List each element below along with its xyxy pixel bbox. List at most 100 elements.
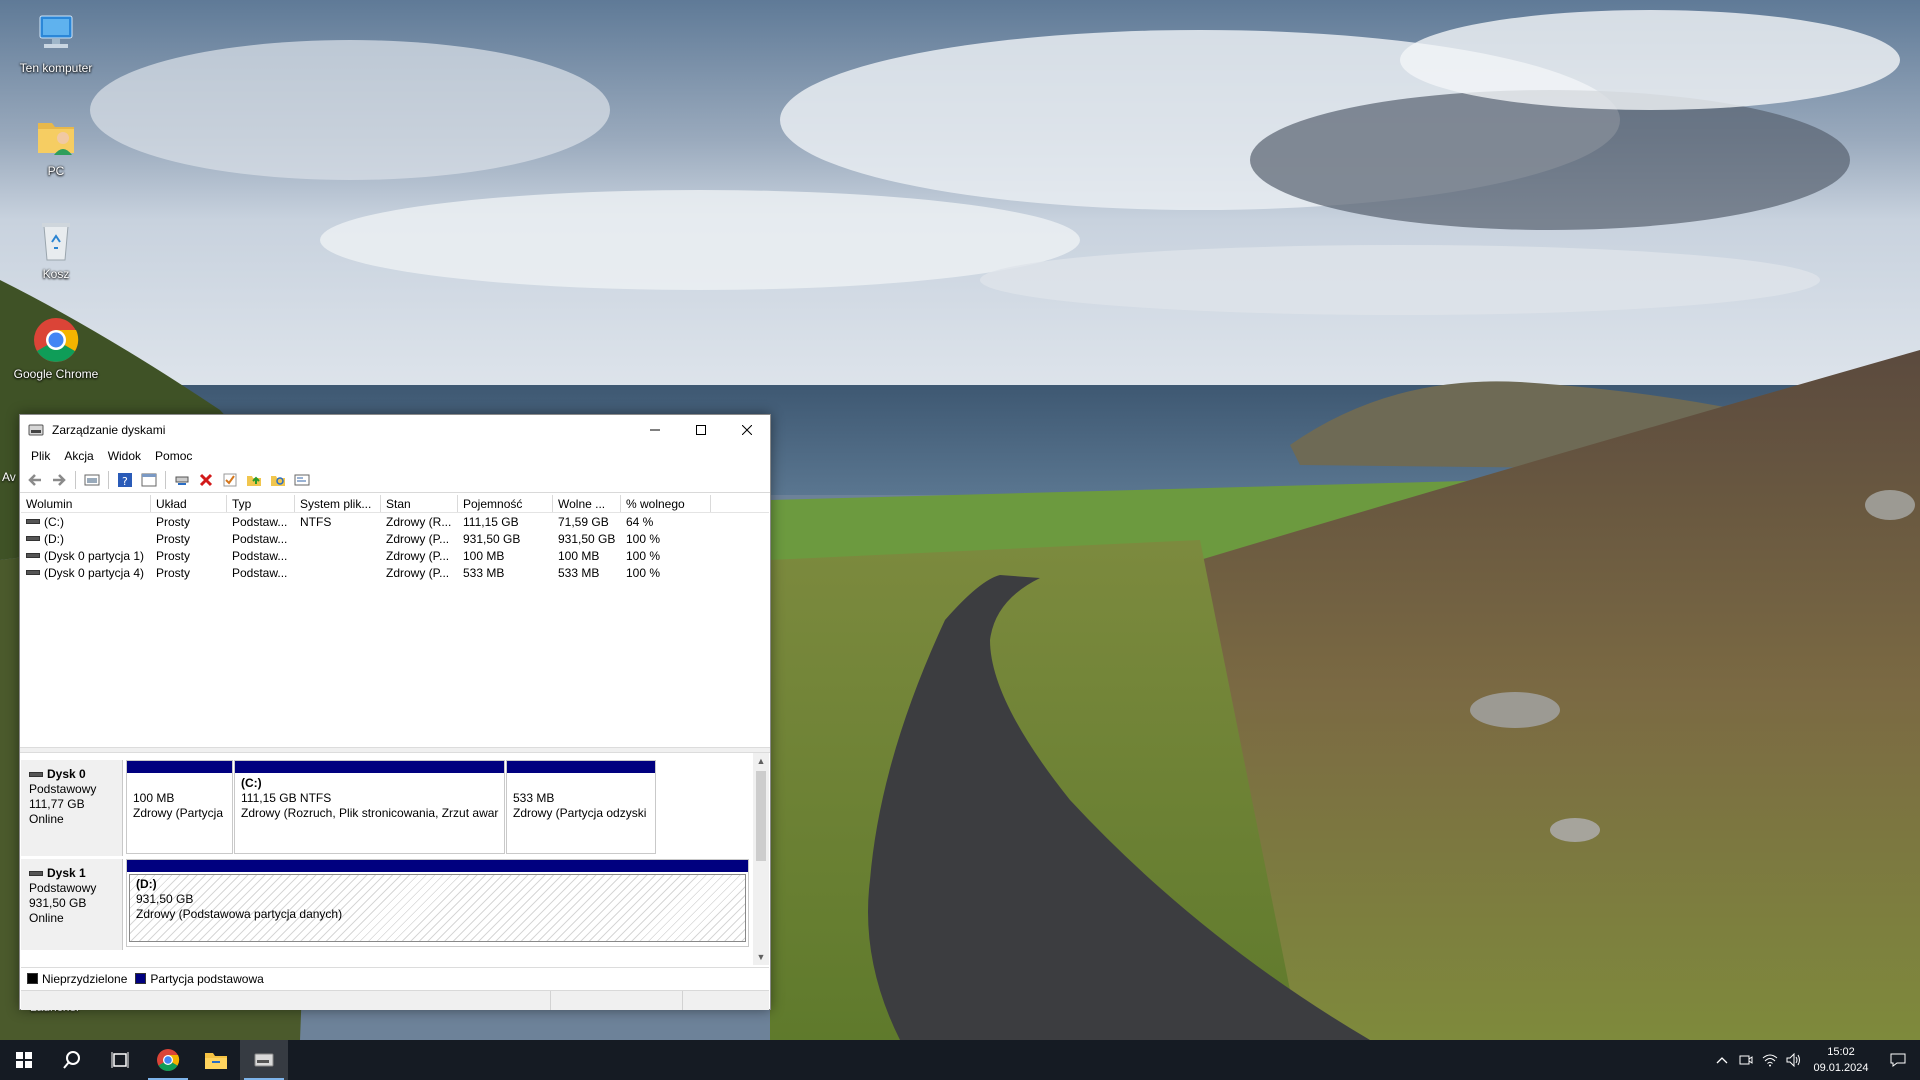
- disk-icon: [29, 772, 43, 777]
- table-row[interactable]: (D:) Prosty Podstaw... Zdrowy (P... 931,…: [21, 530, 769, 547]
- desktop-icon-pc-folder[interactable]: PC: [8, 113, 104, 178]
- desktop-icon-label: PC: [47, 164, 65, 178]
- volume-button[interactable]: [1782, 1040, 1806, 1080]
- table-row[interactable]: (C:) Prosty Podstaw... NTFS Zdrowy (R...…: [21, 513, 769, 530]
- partition-status: Zdrowy (Partycja odzyski: [513, 806, 647, 820]
- column-header[interactable]: Stan: [381, 495, 458, 512]
- start-button[interactable]: [0, 1040, 48, 1080]
- network-button[interactable]: [1758, 1040, 1782, 1080]
- table-cell: 71,59 GB: [558, 514, 609, 529]
- window-title: Zarządzanie dyskami: [52, 423, 166, 437]
- partition-name: (C:): [241, 776, 262, 790]
- vertical-scrollbar[interactable]: ▲ ▼: [753, 753, 769, 965]
- scroll-down-icon[interactable]: ▼: [753, 949, 769, 965]
- partition-name: (D:): [136, 877, 157, 891]
- desktop-icon-chrome[interactable]: Google Chrome: [8, 316, 104, 381]
- partition-size: 931,50 GB: [136, 892, 194, 906]
- console-icon[interactable]: [138, 469, 160, 491]
- taskbar-file-explorer[interactable]: [192, 1040, 240, 1080]
- action-center-button[interactable]: [1876, 1040, 1920, 1080]
- maximize-button[interactable]: [678, 415, 724, 445]
- clock[interactable]: 15:02 09.01.2024: [1806, 1044, 1876, 1076]
- volume-name: (Dysk 0 partycja 4): [44, 565, 145, 580]
- disk-info[interactable]: Dysk 1 Podstawowy 931,50 GB Online: [21, 859, 123, 950]
- column-header[interactable]: % wolnego: [621, 495, 711, 512]
- search-folder-icon[interactable]: [267, 469, 289, 491]
- connect-icon[interactable]: [171, 469, 193, 491]
- window-titlebar[interactable]: Zarządzanie dyskami: [20, 415, 770, 445]
- check-icon[interactable]: [219, 469, 241, 491]
- table-cell: 100 MB: [463, 548, 505, 563]
- disk-management-icon: [254, 1053, 274, 1067]
- camera-icon: [1739, 1055, 1753, 1065]
- toolbar: ?: [20, 467, 770, 493]
- start-icon: [16, 1052, 32, 1068]
- back-icon[interactable]: [24, 469, 46, 491]
- speaker-icon: [1786, 1053, 1800, 1067]
- legend-label: Partycja podstawowa: [150, 971, 264, 986]
- disk-info[interactable]: Dysk 0 Podstawowy 111,77 GB Online: [21, 760, 123, 856]
- disk-type: Podstawowy: [29, 782, 97, 796]
- menu-help[interactable]: Pomoc: [148, 446, 199, 466]
- desktop-icon-recycle-bin[interactable]: Kosz: [8, 216, 104, 281]
- disk-management-window[interactable]: Zarządzanie dyskami Plik Akcja Widok Pom…: [19, 414, 771, 1010]
- column-header[interactable]: Wolne ...: [553, 495, 621, 512]
- table-cell: NTFS: [300, 514, 332, 529]
- scrollbar-thumb[interactable]: [756, 771, 766, 861]
- legend-item: Nieprzydzielone: [27, 972, 127, 986]
- help-icon[interactable]: ?: [114, 469, 136, 491]
- menu-action[interactable]: Akcja: [57, 446, 100, 466]
- system-tray: 15:02 09.01.2024: [1710, 1040, 1920, 1080]
- partition-status: Zdrowy (Partycja: [133, 806, 224, 820]
- column-header[interactable]: System plik...: [295, 495, 381, 512]
- clock-time: 15:02: [1827, 1046, 1855, 1058]
- column-header[interactable]: Wolumin: [21, 495, 151, 512]
- partition-color-bar: [127, 860, 748, 872]
- partition-block[interactable]: (C:) 111,15 GB NTFS Zdrowy (Rozruch, Pli…: [234, 760, 505, 854]
- table-cell: Zdrowy (P...: [386, 565, 450, 580]
- delete-icon[interactable]: [195, 469, 217, 491]
- table-row[interactable]: (Dysk 0 partycja 4) Prosty Podstaw... Zd…: [21, 564, 769, 581]
- show-hidden-icons-button[interactable]: [1710, 1040, 1734, 1080]
- column-header[interactable]: Typ: [227, 495, 295, 512]
- column-header[interactable]: Pojemność: [458, 495, 553, 512]
- volume-list[interactable]: Wolumin Układ Typ System plik... Stan Po…: [21, 495, 769, 747]
- search-button[interactable]: [48, 1040, 96, 1080]
- close-button[interactable]: [724, 415, 770, 445]
- table-row[interactable]: (Dysk 0 partycja 1) Prosty Podstaw... Zd…: [21, 547, 769, 564]
- toolbar-separator: [75, 470, 76, 489]
- desktop-partial-label: Av: [2, 470, 16, 484]
- partition-block[interactable]: 533 MB Zdrowy (Partycja odzyski: [506, 760, 656, 854]
- table-cell: 100 %: [626, 548, 661, 563]
- minimize-button[interactable]: [632, 415, 678, 445]
- partition-block[interactable]: 100 MB Zdrowy (Partycja: [126, 760, 233, 854]
- disk-graphical-view[interactable]: Dysk 0 Podstawowy 111,77 GB Online 100 M…: [21, 753, 769, 965]
- volume-icon: [26, 519, 40, 524]
- taskbar-chrome[interactable]: [144, 1040, 192, 1080]
- disk-row[interactable]: Dysk 0 Podstawowy 111,77 GB Online 100 M…: [21, 760, 751, 856]
- taskbar-disk-management[interactable]: [240, 1040, 288, 1080]
- partition-block[interactable]: (D:) 931,50 GB Zdrowy (Podstawowa partyc…: [126, 859, 749, 947]
- view-icon[interactable]: [291, 469, 313, 491]
- column-header[interactable]: Układ: [151, 495, 227, 512]
- status-segment: [551, 991, 683, 1010]
- disk-icon: [29, 871, 43, 876]
- scroll-up-icon[interactable]: ▲: [753, 753, 769, 769]
- recycle-bin-icon: [32, 216, 80, 264]
- properties-icon[interactable]: [81, 469, 103, 491]
- table-cell: 64 %: [626, 514, 654, 529]
- disk-row[interactable]: Dysk 1 Podstawowy 931,50 GB Online (D:) …: [21, 859, 751, 950]
- partition-color-bar: [127, 761, 232, 773]
- open-icon[interactable]: [243, 469, 265, 491]
- menu-view[interactable]: Widok: [101, 446, 148, 466]
- computer-icon: [32, 10, 80, 58]
- task-view-button[interactable]: [96, 1040, 144, 1080]
- clock-date: 09.01.2024: [1813, 1062, 1869, 1074]
- meet-now-button[interactable]: [1734, 1040, 1758, 1080]
- table-cell: Prosty: [156, 565, 191, 580]
- menu-file[interactable]: Plik: [24, 446, 57, 466]
- partition-size: 100 MB: [133, 791, 175, 805]
- forward-icon[interactable]: [48, 469, 70, 491]
- partition-status: Zdrowy (Rozruch, Plik stronicowania, Zrz…: [241, 806, 499, 820]
- desktop-icon-this-pc[interactable]: Ten komputer: [8, 10, 104, 75]
